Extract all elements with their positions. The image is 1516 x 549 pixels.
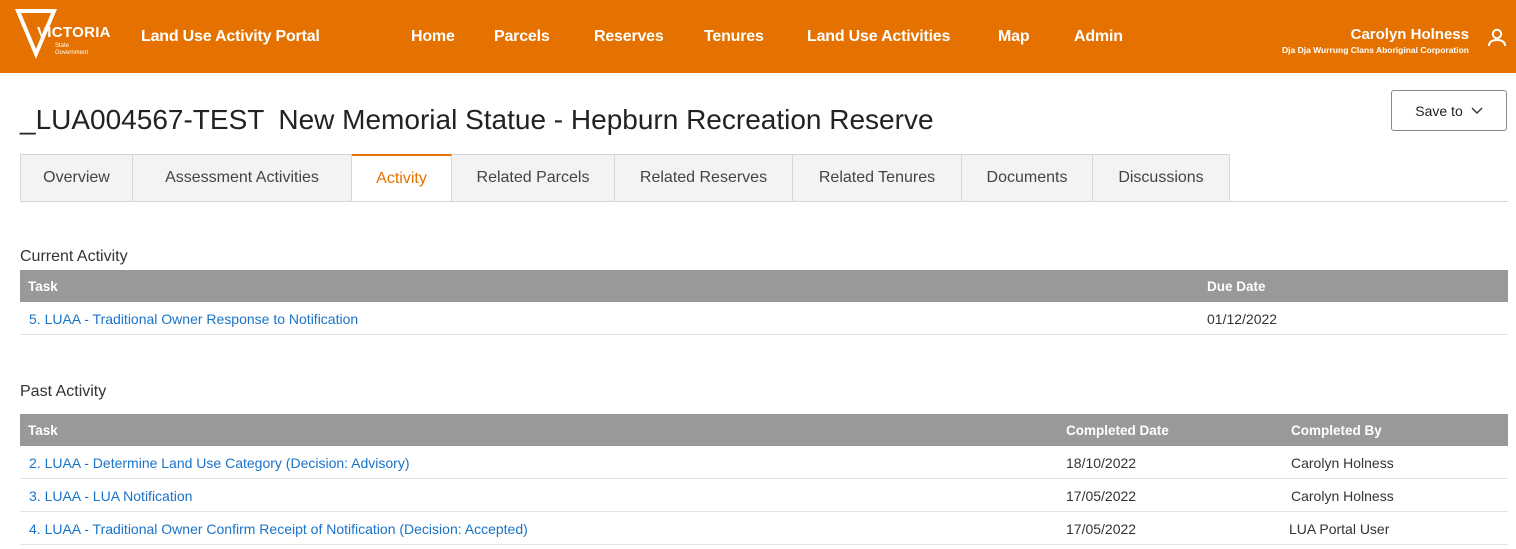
tab-documents[interactable]: Documents (962, 154, 1093, 202)
table-row: 3. LUAA - LUA Notification 17/05/2022 Ca… (20, 479, 1508, 512)
nav-home[interactable]: Home (411, 28, 455, 46)
table-row: 4. LUAA - Traditional Owner Confirm Rece… (20, 512, 1508, 545)
task-link[interactable]: 5. LUAA - Traditional Owner Response to … (29, 311, 358, 327)
record-id: _LUA004567-TEST (20, 104, 265, 135)
column-header-task[interactable]: Task (28, 423, 58, 438)
nav-land-use-activities[interactable]: Land Use Activities (807, 28, 950, 46)
table-row: 2. LUAA - Determine Land Use Category (D… (20, 446, 1508, 479)
tab-related-tenures[interactable]: Related Tenures (793, 154, 962, 202)
tab-assessment-activities[interactable]: Assessment Activities (133, 154, 352, 202)
tab-related-reserves[interactable]: Related Reserves (615, 154, 793, 202)
completed-date-value: 18/10/2022 (1066, 455, 1137, 471)
save-to-label: Save to (1415, 102, 1463, 119)
user-name[interactable]: Carolyn Holness (1351, 26, 1469, 43)
task-link[interactable]: 4. LUAA - Traditional Owner Confirm Rece… (29, 521, 528, 537)
victoria-state-government-logo[interactable]: VICTORIA State Government (15, 9, 115, 63)
current-activity-heading: Current Activity (20, 248, 128, 265)
user-icon[interactable] (1486, 27, 1508, 49)
task-link[interactable]: 3. LUAA - LUA Notification (29, 488, 192, 504)
record-tabs: Overview Assessment Activities Activity … (20, 154, 1230, 202)
completed-date-value: 17/05/2022 (1066, 521, 1137, 537)
column-header-task[interactable]: Task (28, 279, 58, 294)
save-to-button[interactable]: Save to (1391, 90, 1507, 131)
completed-by-value: Carolyn Holness (1291, 488, 1394, 504)
past-activity-table-header: Task Completed Date Completed By (20, 414, 1508, 446)
logo-subtitle-government: Government (55, 50, 89, 56)
logo-wordmark: VICTORIA (37, 24, 111, 41)
tab-discussions[interactable]: Discussions (1093, 154, 1230, 202)
column-header-completed-by[interactable]: Completed By (1291, 423, 1382, 438)
completed-date-value: 17/05/2022 (1066, 488, 1137, 504)
completed-by-value: Carolyn Holness (1291, 455, 1394, 471)
tab-overview[interactable]: Overview (20, 154, 133, 202)
nav-parcels[interactable]: Parcels (494, 28, 550, 46)
nav-tenures[interactable]: Tenures (704, 28, 764, 46)
completed-by-value: LUA Portal User (1289, 521, 1390, 537)
table-row: 5. LUAA - Traditional Owner Response to … (20, 302, 1508, 335)
tab-divider (20, 201, 1508, 202)
record-title: New Memorial Statue - Hepburn Recreation… (278, 104, 934, 135)
tab-related-parcels[interactable]: Related Parcels (452, 154, 615, 202)
user-organisation: Dja Dja Wurrung Clans Aboriginal Corpora… (1281, 45, 1469, 55)
nav-admin[interactable]: Admin (1074, 28, 1123, 46)
due-date-value: 01/12/2022 (1207, 311, 1278, 327)
nav-map[interactable]: Map (998, 28, 1030, 46)
column-header-due-date[interactable]: Due Date (1207, 279, 1266, 294)
tab-activity[interactable]: Activity (352, 154, 452, 202)
past-activity-heading: Past Activity (20, 383, 107, 400)
column-header-completed-date[interactable]: Completed Date (1066, 423, 1169, 438)
current-activity-table-header: Task Due Date (20, 270, 1508, 302)
nav-reserves[interactable]: Reserves (594, 28, 664, 46)
top-navigation-bar: VICTORIA State Government Land Use Activ… (0, 0, 1516, 73)
page-title: _LUA004567-TEST New Memorial Statue - Hep… (20, 104, 934, 136)
chevron-down-icon (1471, 107, 1483, 114)
portal-title[interactable]: Land Use Activity Portal (141, 28, 320, 46)
task-link[interactable]: 2. LUAA - Determine Land Use Category (D… (29, 455, 410, 471)
logo-subtitle-state: State (55, 43, 70, 49)
